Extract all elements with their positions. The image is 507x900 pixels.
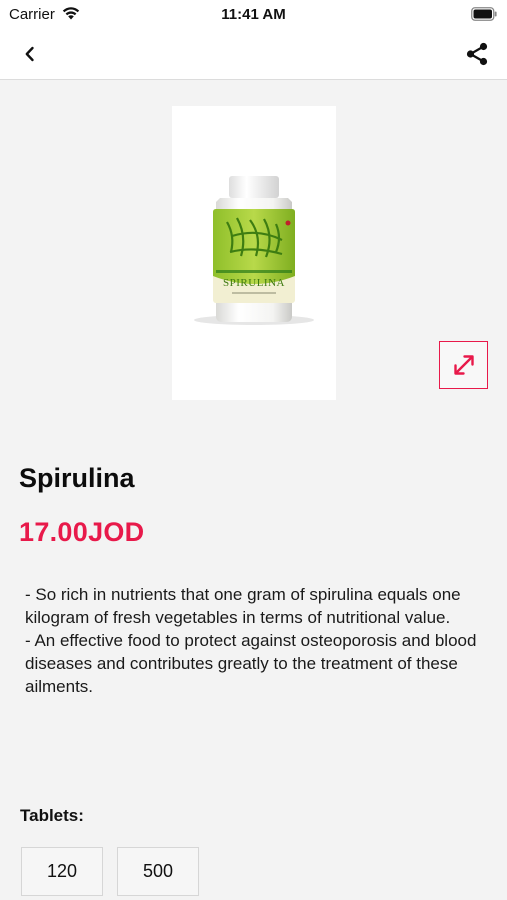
- back-button[interactable]: [14, 39, 46, 69]
- description-paragraph: - An effective food to protect against o…: [25, 631, 477, 696]
- expand-image-button[interactable]: [439, 341, 488, 389]
- product-title: Spirulina: [19, 463, 135, 493]
- description-paragraph: - So rich in nutrients that one gram of …: [25, 585, 461, 627]
- spirulina-bottle-image: SPIRULINA: [194, 176, 314, 325]
- battery-icon: [471, 7, 497, 21]
- bottle-label-text: SPIRULINA: [223, 277, 285, 289]
- expand-arrows-icon: [453, 355, 474, 375]
- nav-bar: [0, 28, 507, 80]
- option-500-button[interactable]: 500: [117, 847, 199, 896]
- share-button[interactable]: [461, 38, 493, 70]
- product-image[interactable]: SPIRULINA: [172, 106, 336, 400]
- share-icon: [466, 42, 488, 66]
- clock-time: 11:41 AM: [221, 6, 286, 23]
- chevron-left-icon: [25, 46, 34, 62]
- tablets-label: Tablets:: [20, 806, 84, 825]
- product-description: - So rich in nutrients that one gram of …: [25, 583, 490, 698]
- option-120-button[interactable]: 120: [21, 847, 103, 896]
- status-bar: Carrier 11:41 AM: [0, 0, 507, 28]
- product-price: 17.00JOD: [19, 517, 145, 547]
